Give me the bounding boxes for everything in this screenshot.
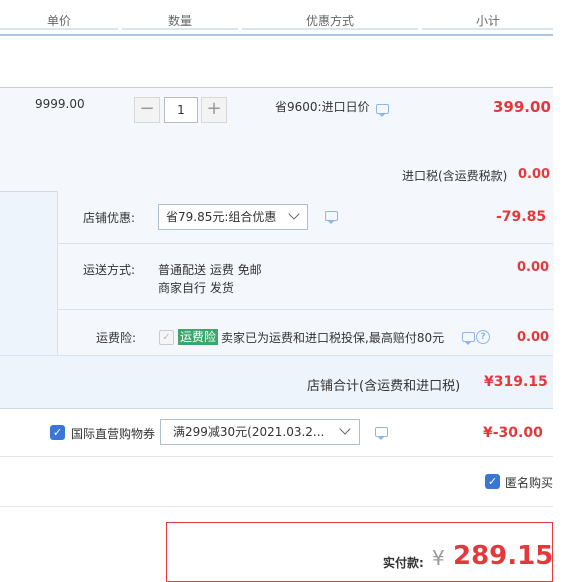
header-quantity: 数量 xyxy=(168,14,193,28)
item-promo-text: 省9600:进口日价 xyxy=(275,100,370,114)
insurance-description: 卖家已为运费和进口税投保,最高赔付80元 xyxy=(221,331,445,345)
insurance-fee-value: 0.00 xyxy=(517,330,550,345)
header-underline xyxy=(0,28,118,30)
divider xyxy=(0,456,553,457)
qty-increase-button[interactable]: + xyxy=(201,97,227,123)
payment-amount: 289.15 xyxy=(453,541,554,571)
insurance-badge: 运费险 xyxy=(178,329,219,345)
header-discount: 优惠方式 xyxy=(306,14,355,28)
shipping-insurance-label: 运费险: xyxy=(96,331,137,345)
header-underline xyxy=(122,28,238,30)
cart-table-header xyxy=(0,0,553,36)
payment-label: 实付款: xyxy=(383,556,424,570)
message-icon[interactable] xyxy=(375,427,388,440)
qty-input[interactable]: 1 xyxy=(164,97,198,123)
shop-total-value: ¥319.15 xyxy=(484,374,548,390)
anonymous-label: 匿名购买 xyxy=(505,476,554,490)
currency-symbol: ¥ xyxy=(432,546,445,570)
shipping-method-line1: 普通配送 运费 免邮 xyxy=(158,263,262,277)
message-icon[interactable] xyxy=(376,104,389,117)
unit-price: 9999.00 xyxy=(35,97,85,111)
qty-decrease-button[interactable]: − xyxy=(134,97,160,123)
shipping-method-line2: 商家自行 发货 xyxy=(158,281,234,295)
coupon-select-value: 满299减30元(2021.03.2... xyxy=(173,425,325,439)
shop-discount-label: 店铺优惠: xyxy=(83,211,136,225)
coupon-checkbox[interactable]: ✓ xyxy=(50,425,65,440)
import-tax-label: 进口税(含运费税款) xyxy=(402,169,508,183)
shop-total-label: 店铺合计(含运费和进口税) xyxy=(307,379,461,394)
anonymous-checkbox[interactable]: ✓ xyxy=(485,474,500,489)
header-underline xyxy=(242,28,418,30)
item-subtotal: 399.00 xyxy=(493,98,551,116)
coupon-select[interactable]: 满299减30元(2021.03.2... xyxy=(160,419,360,445)
message-icon[interactable] xyxy=(325,211,338,224)
import-tax-value: 0.00 xyxy=(518,167,551,182)
shop-discount-value: -79.85 xyxy=(496,209,547,225)
header-unit-price: 单价 xyxy=(47,14,72,28)
header-underline xyxy=(422,28,553,30)
message-icon[interactable] xyxy=(462,332,475,345)
coupon-label: 国际直营购物券 xyxy=(71,427,156,441)
header-subtotal: 小计 xyxy=(476,14,501,28)
divider xyxy=(0,355,553,356)
shipping-method-label: 运送方式: xyxy=(83,263,136,277)
coupon-value: ¥-30.00 xyxy=(483,425,543,441)
shop-discount-select[interactable]: 省79.85元:组合优惠 xyxy=(158,204,308,230)
insurance-checkbox[interactable]: ✓ xyxy=(159,330,174,345)
help-icon[interactable]: ? xyxy=(476,330,490,344)
divider xyxy=(58,243,553,244)
shipping-fee-value: 0.00 xyxy=(517,260,550,275)
divider xyxy=(58,309,553,310)
divider xyxy=(0,506,553,507)
shop-discount-select-value: 省79.85元:组合优惠 xyxy=(166,210,277,224)
